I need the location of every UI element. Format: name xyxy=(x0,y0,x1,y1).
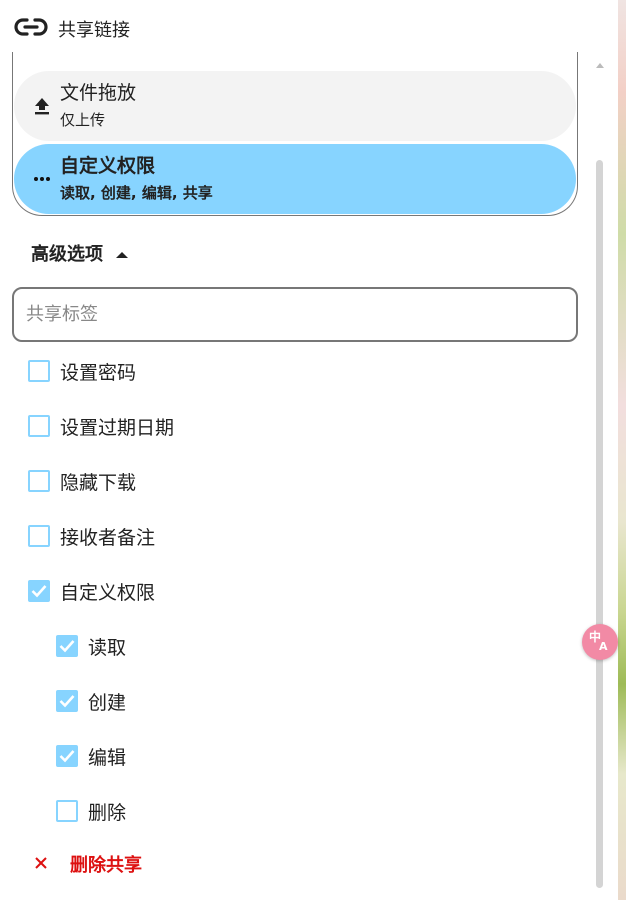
scrollbar-thumb[interactable] xyxy=(596,160,603,888)
caret-up-icon xyxy=(115,244,129,263)
delete-share-button[interactable]: 删除共享 xyxy=(34,849,142,879)
checkbox[interactable] xyxy=(56,800,78,822)
permission-create[interactable]: 创建 xyxy=(56,686,126,716)
checkbox[interactable] xyxy=(28,415,50,437)
option-set-password[interactable]: 设置密码 xyxy=(28,356,136,386)
permission-label: 编辑 xyxy=(88,746,127,769)
permission-delete[interactable]: 删除 xyxy=(56,796,126,826)
upload-icon xyxy=(30,94,54,118)
background-image-strip xyxy=(618,0,626,900)
check-icon xyxy=(31,585,47,598)
advanced-options-label: 高级选项 xyxy=(31,244,103,265)
option-custom-permissions[interactable]: 自定义权限 xyxy=(28,576,155,606)
check-icon xyxy=(59,750,75,763)
permission-option-custom[interactable]: 自定义权限 读取, 创建, 编辑, 共享 xyxy=(14,144,576,214)
checkbox-checked[interactable] xyxy=(56,635,78,657)
option-recipient-note[interactable]: 接收者备注 xyxy=(28,521,155,551)
checkbox[interactable] xyxy=(28,525,50,547)
permission-option-title: 自定义权限 xyxy=(60,155,156,177)
share-link-panel: 共享链接 文件拖放 仅上传 自定义权限 读取, 创建, 编辑, 共享 高级选项 … xyxy=(0,0,610,900)
permission-read[interactable]: 读取 xyxy=(56,631,126,661)
permission-option-file-drop[interactable]: 文件拖放 仅上传 xyxy=(14,71,576,141)
translate-icon: 中 A xyxy=(588,628,612,656)
option-label: 接收者备注 xyxy=(60,526,156,549)
permission-label: 删除 xyxy=(88,801,127,824)
option-label: 隐藏下载 xyxy=(60,471,137,494)
delete-share-label: 删除共享 xyxy=(70,855,142,876)
option-hide-download[interactable]: 隐藏下载 xyxy=(28,466,136,496)
checkbox[interactable] xyxy=(28,470,50,492)
option-set-expiration[interactable]: 设置过期日期 xyxy=(28,411,174,441)
scroll-up-arrow[interactable] xyxy=(594,56,606,68)
link-icon xyxy=(14,17,48,41)
permission-option-title: 文件拖放 xyxy=(60,82,137,104)
more-horizontal-icon xyxy=(30,167,54,191)
checkbox-checked[interactable] xyxy=(28,580,50,602)
option-label: 设置密码 xyxy=(60,361,137,384)
check-icon xyxy=(59,695,75,708)
permission-edit[interactable]: 编辑 xyxy=(56,741,126,771)
option-label: 设置过期日期 xyxy=(60,416,175,439)
option-label: 自定义权限 xyxy=(60,581,156,604)
share-label-input[interactable] xyxy=(12,287,578,342)
checkbox-checked[interactable] xyxy=(56,745,78,767)
checkbox-checked[interactable] xyxy=(56,690,78,712)
permission-option-subtitle: 仅上传 xyxy=(60,111,106,129)
permission-option-subtitle: 读取, 创建, 编辑, 共享 xyxy=(60,184,213,202)
check-icon xyxy=(59,640,75,653)
translate-button[interactable]: 中 A xyxy=(582,624,618,660)
checkbox[interactable] xyxy=(28,360,50,382)
close-icon xyxy=(34,855,48,874)
permission-label: 创建 xyxy=(88,691,127,714)
svg-text:A: A xyxy=(599,640,608,652)
permission-label: 读取 xyxy=(88,636,127,659)
share-link-header[interactable]: 共享链接 xyxy=(14,14,130,44)
advanced-options-toggle[interactable]: 高级选项 xyxy=(31,238,129,268)
share-link-title: 共享链接 xyxy=(58,20,130,41)
